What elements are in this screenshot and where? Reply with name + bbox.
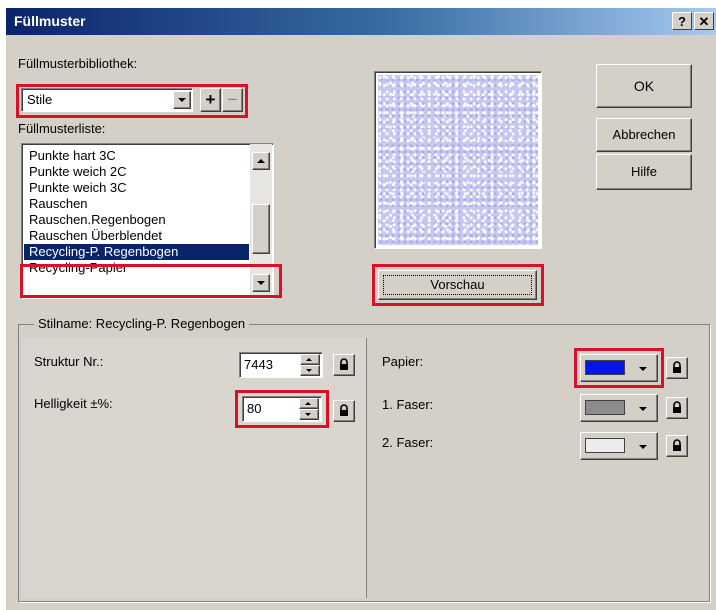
spin-down-icon — [306, 369, 312, 372]
paper-label: Papier: — [382, 354, 424, 369]
dialog-title: Füllmuster — [14, 13, 86, 29]
brightness-spin-down[interactable] — [299, 409, 319, 420]
paper-lock-button[interactable] — [666, 357, 688, 379]
fiber2-lock-button[interactable] — [666, 435, 688, 457]
cancel-button[interactable]: Abbrechen — [596, 118, 692, 152]
fiber2-label: 2. Faser: — [382, 435, 434, 450]
pattern-list-items: Punkte hart 3C Punkte weich 2C Punkte we… — [24, 148, 249, 276]
list-item[interactable]: Punkte weich 2C — [24, 164, 249, 180]
structure-spin-up[interactable] — [300, 354, 320, 365]
fiber2-color-picker[interactable] — [580, 432, 658, 460]
fill-pattern-dialog: Füllmuster ? ✕ Füllmusterbibliothek: Sti… — [6, 8, 716, 610]
structure-lock-button[interactable] — [333, 354, 355, 376]
help-button-label: Hilfe — [630, 164, 657, 179]
structure-value[interactable]: 7443 — [244, 357, 273, 372]
library-label: Füllmusterbibliothek: — [18, 56, 138, 71]
cancel-button-label: Abbrechen — [612, 127, 676, 142]
fiber2-color-swatch — [585, 438, 625, 453]
list-item[interactable]: Rauschen — [24, 196, 249, 212]
chevron-up-icon — [257, 159, 265, 163]
library-dropdown-button[interactable] — [173, 91, 191, 109]
scroll-up-button[interactable] — [252, 152, 270, 170]
list-scrollbar[interactable] — [250, 144, 272, 296]
library-dropdown[interactable]: Stile — [21, 88, 193, 112]
paper-color-swatch — [585, 360, 625, 375]
lock-icon — [340, 358, 348, 370]
chevron-down-icon — [639, 367, 647, 371]
remove-library-button[interactable]: − — [222, 88, 243, 112]
style-name-title: Stilname: Recycling-P. Regenbogen — [34, 316, 250, 331]
chevron-down-icon — [257, 281, 265, 285]
fiber1-color-swatch — [585, 400, 625, 415]
scroll-thumb[interactable] — [252, 204, 270, 254]
fiber1-lock-button[interactable] — [666, 397, 688, 419]
scroll-down-button[interactable] — [252, 274, 270, 292]
preview-button[interactable]: Vorschau — [378, 270, 537, 300]
close-button[interactable]: ✕ — [694, 12, 714, 30]
spin-up-icon — [305, 402, 311, 405]
list-item[interactable]: Recycling-Papier — [24, 260, 249, 276]
minus-icon: − — [227, 90, 238, 109]
lock-icon — [673, 401, 681, 413]
title-bar[interactable]: Füllmuster ? ✕ — [6, 8, 716, 35]
chevron-down-icon — [178, 98, 186, 102]
lock-icon — [673, 439, 681, 451]
pane-divider — [366, 338, 367, 598]
spin-down-icon — [305, 413, 311, 416]
plus-icon: + — [205, 90, 216, 109]
add-library-button[interactable]: + — [200, 88, 221, 112]
brightness-spin-up[interactable] — [299, 398, 319, 409]
fiber1-label: 1. Faser: — [382, 397, 434, 412]
preview-button-label: Vorschau — [430, 277, 485, 292]
brightness-spinner[interactable]: 80 — [242, 396, 322, 422]
ok-button[interactable]: OK — [596, 64, 692, 108]
pattern-preview — [378, 75, 538, 245]
list-item-selected[interactable]: Recycling-P. Regenbogen — [24, 244, 249, 260]
chevron-down-icon — [639, 407, 647, 411]
list-item[interactable]: Punkte hart 3C — [24, 148, 249, 164]
brightness-label: Helligkeit ±%: — [34, 396, 113, 411]
fiber1-color-picker[interactable] — [580, 394, 658, 422]
brightness-value[interactable]: 80 — [247, 401, 261, 416]
help-button[interactable]: Hilfe — [596, 154, 692, 190]
ok-button-label: OK — [633, 78, 655, 94]
chevron-down-icon — [639, 445, 647, 449]
list-item[interactable]: Rauschen.Regenbogen — [24, 212, 249, 228]
structure-spinner[interactable]: 7443 — [239, 352, 323, 378]
list-item[interactable]: Rauschen Überblendet — [24, 228, 249, 244]
paper-color-picker[interactable] — [580, 354, 658, 382]
brightness-lock-button[interactable] — [333, 400, 355, 422]
pattern-list-label: Füllmusterliste: — [18, 121, 106, 136]
pattern-list[interactable]: Punkte hart 3C Punkte weich 2C Punkte we… — [21, 143, 274, 299]
library-dropdown-value: Stile — [27, 92, 53, 107]
structure-label: Struktur Nr.: — [34, 354, 104, 369]
structure-spin-down[interactable] — [300, 365, 320, 376]
lock-icon — [673, 361, 681, 373]
help-title-button[interactable]: ? — [672, 12, 692, 30]
spin-up-icon — [306, 358, 312, 361]
list-item[interactable]: Punkte weich 3C — [24, 180, 249, 196]
preview-frame — [374, 71, 542, 249]
lock-icon — [340, 404, 348, 416]
